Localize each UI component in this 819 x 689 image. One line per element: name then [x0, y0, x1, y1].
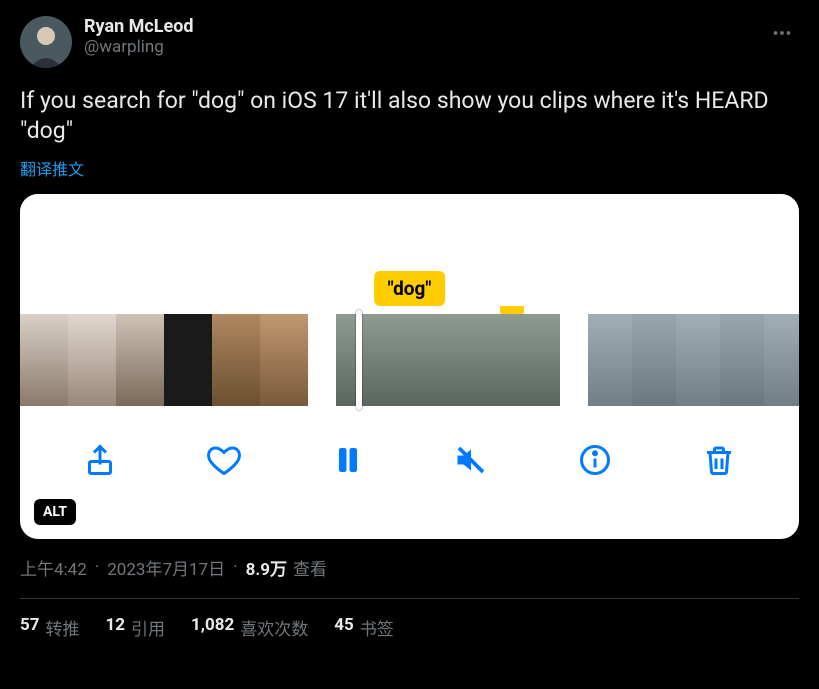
- clip-group[interactable]: [336, 314, 560, 406]
- clip-frame[interactable]: [588, 314, 632, 406]
- tweet-header: Ryan McLeod @warpling: [20, 16, 799, 68]
- info-icon[interactable]: [573, 438, 617, 482]
- tweet-date[interactable]: 2023年7月17日: [107, 555, 225, 580]
- playhead[interactable]: [356, 310, 362, 410]
- translate-link[interactable]: 翻译推文: [20, 156, 799, 180]
- display-name[interactable]: Ryan McLeod: [84, 16, 194, 37]
- clip-frame[interactable]: [448, 314, 504, 406]
- clip-frame[interactable]: [164, 314, 212, 406]
- clip-frame[interactable]: [676, 314, 720, 406]
- clip-group[interactable]: [20, 314, 308, 406]
- author-names: Ryan McLeod @warpling: [84, 16, 194, 57]
- quotes-stat[interactable]: 12 引用: [106, 615, 166, 640]
- likes-label: 喜欢次数: [240, 615, 308, 640]
- quotes-count: 12: [106, 615, 126, 640]
- handle[interactable]: @warpling: [84, 37, 194, 57]
- retweets-count: 57: [20, 615, 40, 640]
- clip-frame[interactable]: [260, 314, 308, 406]
- more-icon[interactable]: [765, 16, 799, 54]
- retweets-label: 转推: [46, 615, 80, 640]
- tweet-time[interactable]: 上午4:42: [20, 555, 87, 580]
- clip-frame[interactable]: [632, 314, 676, 406]
- tweet-container: Ryan McLeod @warpling If you search for …: [0, 0, 819, 650]
- clip-group[interactable]: [588, 314, 799, 406]
- likes-stat[interactable]: 1,082 喜欢次数: [191, 615, 308, 640]
- clip-frame[interactable]: [764, 314, 799, 406]
- media-top: "dog": [20, 194, 799, 314]
- views-label: 查看: [293, 555, 327, 580]
- likes-count: 1,082: [191, 615, 234, 640]
- media-controls: [20, 410, 799, 510]
- clip-frame[interactable]: [336, 314, 392, 406]
- clip-frame[interactable]: [504, 314, 560, 406]
- bookmarks-count: 45: [334, 615, 354, 640]
- clip-frame[interactable]: [68, 314, 116, 406]
- clip-frame[interactable]: [212, 314, 260, 406]
- tweet-meta: 上午4:42 · 2023年7月17日 · 8.9万 查看: [20, 555, 799, 580]
- clip-frame[interactable]: [20, 314, 68, 406]
- clip-frame[interactable]: [720, 314, 764, 406]
- tweet-stats: 57 转推 12 引用 1,082 喜欢次数 45 书签: [20, 599, 799, 640]
- views-count: 8.9万: [246, 555, 287, 580]
- meta-separator: ·: [233, 557, 237, 577]
- tweet-text: If you search for "dog" on iOS 17 it'll …: [20, 86, 799, 146]
- meta-separator: ·: [95, 557, 99, 577]
- bookmarks-stat[interactable]: 45 书签: [334, 615, 394, 640]
- quotes-label: 引用: [131, 615, 165, 640]
- avatar[interactable]: [20, 16, 72, 68]
- alt-badge[interactable]: ALT: [34, 499, 76, 525]
- bookmarks-label: 书签: [360, 615, 394, 640]
- retweets-stat[interactable]: 57 转推: [20, 615, 80, 640]
- pause-icon[interactable]: [326, 438, 370, 482]
- mute-icon[interactable]: [449, 438, 493, 482]
- trash-icon[interactable]: [697, 438, 741, 482]
- media-card[interactable]: "dog": [20, 194, 799, 539]
- clip-frame[interactable]: [392, 314, 448, 406]
- clip-frame[interactable]: [116, 314, 164, 406]
- search-term-label: "dog": [374, 271, 446, 306]
- share-icon[interactable]: [78, 438, 122, 482]
- heart-icon[interactable]: [202, 438, 246, 482]
- clips-timeline[interactable]: [20, 314, 799, 410]
- marker-icon: [500, 306, 524, 314]
